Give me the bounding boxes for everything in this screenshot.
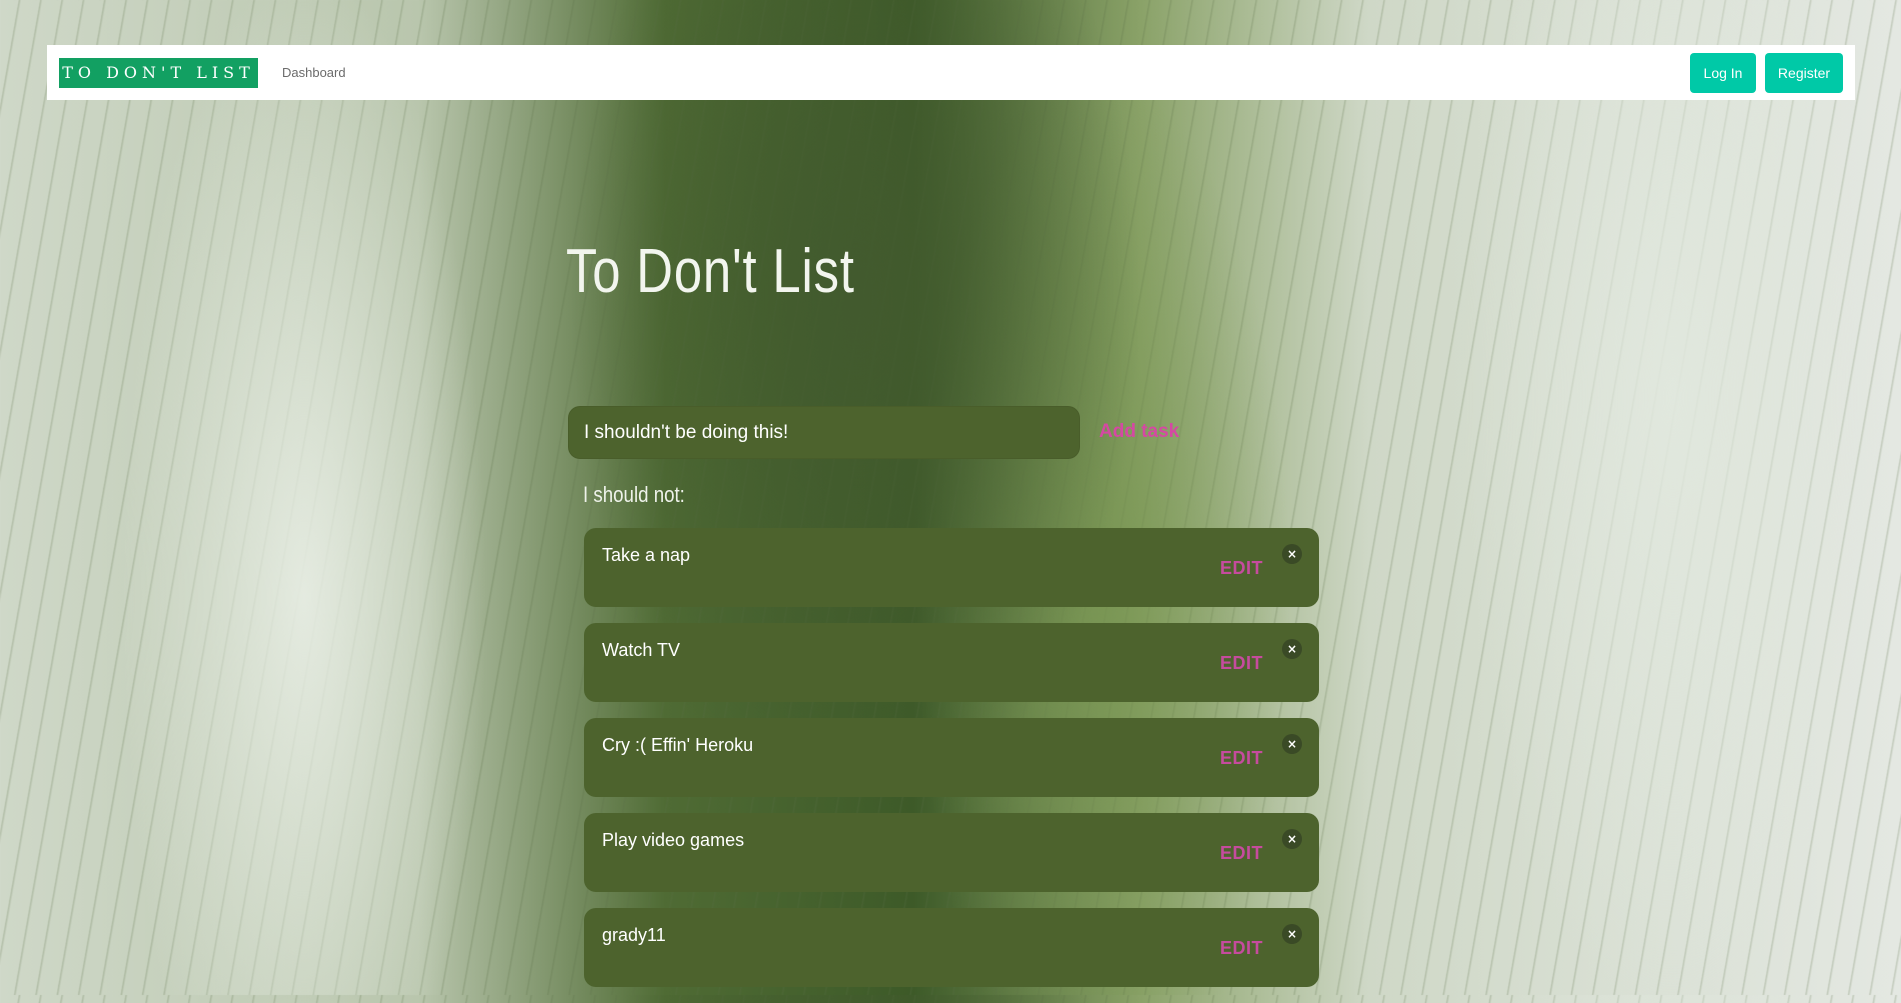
edit-button[interactable]: EDIT [1220,748,1263,769]
task-text: Watch TV [602,640,681,660]
close-icon[interactable]: × [1282,734,1302,754]
navbar: TO DON'T LIST Dashboard Log In Register [47,45,1855,100]
close-icon[interactable]: × [1282,639,1302,659]
task-text: grady11 [602,925,666,945]
close-icon[interactable]: × [1282,544,1302,564]
list-heading: I should not: [583,482,685,507]
task-item: grady11 EDIT × [584,908,1319,987]
edit-button[interactable]: EDIT [1220,843,1263,864]
task-text: Take a nap [602,545,691,565]
task-item: Watch TV EDIT × [584,623,1319,702]
page-title: To Don't List [566,237,855,306]
task-item: Play video games EDIT × [584,813,1319,892]
task-input-value: I shouldn't be doing this! [584,421,789,443]
task-item: Cry :( Effin' Heroku EDIT × [584,718,1319,797]
task-item: Take a nap EDIT × [584,528,1319,607]
edit-button[interactable]: EDIT [1220,653,1263,674]
task-input[interactable]: I shouldn't be doing this! [568,406,1080,459]
task-list: Take a nap EDIT × Watch TV EDIT × Cry :(… [584,528,1319,1003]
brand-logo[interactable]: TO DON'T LIST [59,57,258,88]
register-button[interactable]: Register [1765,52,1843,93]
login-button[interactable]: Log In [1690,52,1756,93]
close-icon[interactable]: × [1282,924,1302,944]
dashboard-link[interactable]: Dashboard [282,65,346,80]
edit-button[interactable]: EDIT [1220,938,1263,959]
task-text: Play video games [602,830,745,850]
edit-button[interactable]: EDIT [1220,558,1263,579]
add-task-button[interactable]: Add task [1099,421,1179,443]
close-icon[interactable]: × [1282,829,1302,849]
nav-actions: Log In Register [1690,52,1843,93]
task-text: Cry :( Effin' Heroku [602,735,754,755]
